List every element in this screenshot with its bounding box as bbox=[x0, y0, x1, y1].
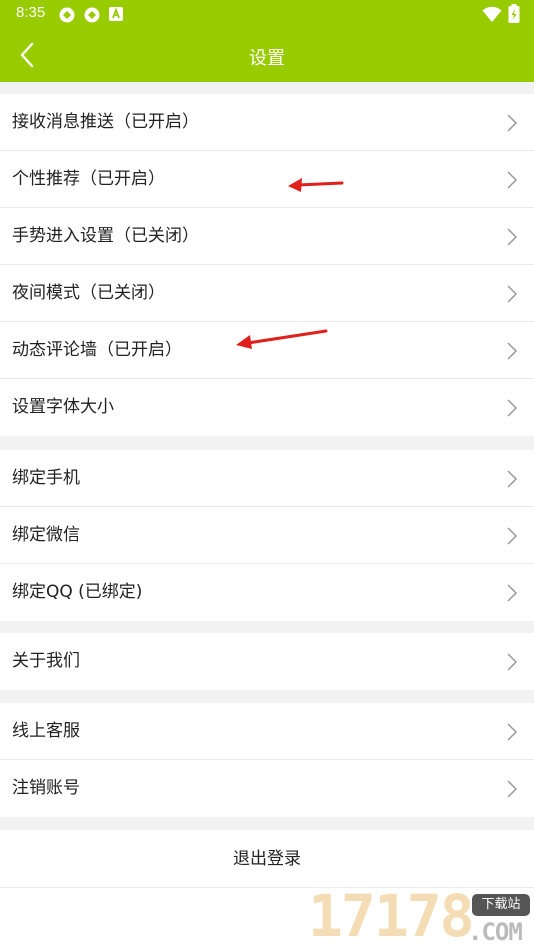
chevron-right-icon bbox=[507, 399, 518, 417]
setting-label: 注销账号 bbox=[12, 778, 80, 798]
annotation-arrow-icon bbox=[236, 329, 328, 349]
chevron-right-icon bbox=[507, 342, 518, 360]
settings-group-account: 线上客服 注销账号 bbox=[0, 703, 534, 817]
settings-group-about: 关于我们 bbox=[0, 633, 534, 690]
setting-row-customer-service[interactable]: 线上客服 bbox=[0, 703, 534, 760]
setting-row-gesture-settings[interactable]: 手势进入设置（已关闭） bbox=[0, 208, 534, 265]
app-header: 8:35 设置 bbox=[0, 0, 534, 82]
sync-icon bbox=[84, 7, 100, 23]
setting-row-personalized-recommendations[interactable]: 个性推荐（已开启） bbox=[0, 151, 534, 208]
chevron-right-icon bbox=[507, 228, 518, 246]
setting-row-push-notifications[interactable]: 接收消息推送（已开启） bbox=[0, 94, 534, 151]
setting-label: 绑定微信 bbox=[12, 525, 80, 545]
setting-label: 线上客服 bbox=[12, 721, 80, 741]
setting-label: 动态评论墙（已开启） bbox=[12, 340, 182, 360]
logout-button[interactable]: 退出登录 bbox=[0, 830, 534, 888]
setting-label: 关于我们 bbox=[12, 651, 80, 671]
chevron-right-icon bbox=[507, 723, 518, 741]
settings-group-preferences: 接收消息推送（已开启） 个性推荐（已开启） 手势进入设置（已关闭） 夜间模式（已… bbox=[0, 94, 534, 436]
setting-label: 设置字体大小 bbox=[12, 397, 114, 417]
watermark-logo: 17178 下载站 .COM bbox=[308, 884, 534, 950]
page-title: 设置 bbox=[249, 48, 285, 69]
status-time: 8:35 bbox=[16, 4, 46, 21]
setting-row-font-size[interactable]: 设置字体大小 bbox=[0, 379, 534, 436]
watermark-digits: 17178 bbox=[308, 882, 475, 950]
watermark-domain: .COM bbox=[468, 918, 523, 946]
annotation-arrow-icon bbox=[288, 178, 344, 192]
chevron-right-icon bbox=[507, 470, 518, 488]
battery-charging-icon bbox=[508, 4, 520, 23]
setting-row-delete-account[interactable]: 注销账号 bbox=[0, 760, 534, 817]
watermark-badge: 下载站 bbox=[472, 894, 530, 916]
setting-label: 个性推荐（已开启） bbox=[12, 169, 165, 189]
chevron-right-icon bbox=[507, 171, 518, 189]
chevron-right-icon bbox=[507, 285, 518, 303]
chevron-right-icon bbox=[507, 527, 518, 545]
text-a-icon bbox=[109, 7, 123, 21]
setting-label: 手势进入设置（已关闭） bbox=[12, 226, 199, 246]
chevron-right-icon bbox=[507, 114, 518, 132]
setting-row-bind-phone[interactable]: 绑定手机 bbox=[0, 450, 534, 507]
chevron-right-icon bbox=[507, 780, 518, 798]
sync-icon bbox=[59, 7, 75, 23]
setting-label: 接收消息推送（已开启） bbox=[12, 112, 199, 132]
setting-label: 夜间模式（已关闭） bbox=[12, 283, 165, 303]
setting-row-about-us[interactable]: 关于我们 bbox=[0, 633, 534, 690]
setting-label: 绑定QQ (已绑定) bbox=[12, 582, 143, 602]
chevron-right-icon bbox=[507, 653, 518, 671]
status-bar: 8:35 bbox=[0, 0, 534, 28]
setting-row-bind-qq[interactable]: 绑定QQ (已绑定) bbox=[0, 564, 534, 621]
chevron-right-icon bbox=[507, 584, 518, 602]
setting-row-bind-wechat[interactable]: 绑定微信 bbox=[0, 507, 534, 564]
logout-label: 退出登录 bbox=[233, 849, 301, 869]
setting-row-night-mode[interactable]: 夜间模式（已关闭） bbox=[0, 265, 534, 322]
settings-group-bindings: 绑定手机 绑定微信 绑定QQ (已绑定) bbox=[0, 450, 534, 621]
setting-label: 绑定手机 bbox=[12, 468, 80, 488]
wifi-icon bbox=[482, 6, 502, 22]
